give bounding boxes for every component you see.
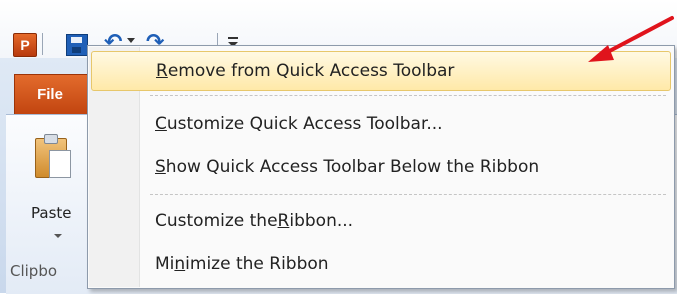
paste-icon[interactable]	[35, 132, 71, 178]
context-menu: Remove from Quick Access Toolbar Customi…	[87, 45, 675, 289]
menu-item-label: imize the Ribbon	[185, 254, 329, 274]
save-icon[interactable]	[66, 34, 88, 56]
menu-item-customize-quick-access-toolbar[interactable]: Customize Quick Access Toolbar...	[91, 104, 671, 144]
menu-item-show-quick-access-toolbar-below-ribbon[interactable]: Show Quick Access Toolbar Below the Ribb…	[91, 147, 671, 187]
menu-item-label: emove from Quick Access Toolbar	[167, 61, 455, 81]
powerpoint-logo-icon[interactable]: P	[13, 33, 37, 57]
menu-item-label: Customize the	[155, 211, 278, 231]
annotation-arrow-icon	[588, 16, 674, 62]
menu-item-access-key: C	[155, 114, 167, 134]
menu-item-access-key: R	[277, 211, 290, 231]
menu-item-minimize-the-ribbon[interactable]: Mi n imize the Ribbon	[91, 244, 671, 284]
paste-dropdown-icon[interactable]	[54, 234, 62, 238]
menu-item-label: how Quick Access Toolbar Below the Ribbo…	[165, 157, 540, 177]
menu-separator	[150, 194, 666, 195]
menu-item-access-key: R	[156, 61, 168, 81]
menu-item-access-key: S	[155, 157, 166, 177]
undo-dropdown-icon[interactable]	[127, 38, 135, 43]
menu-item-label: ibbon...	[289, 211, 354, 231]
menu-separator	[150, 95, 666, 96]
file-tab[interactable]: File	[14, 74, 92, 114]
menu-item-label: ustomize Quick Access Toolbar...	[166, 114, 443, 134]
menu-item-customize-the-ribbon[interactable]: Customize the Ribbon...	[91, 201, 671, 241]
menu-item-label: Mi	[155, 254, 175, 274]
clipboard-group-label: Clipbo	[10, 262, 58, 280]
menu-item-access-key: n	[174, 254, 186, 274]
toolbar-separator	[42, 33, 43, 55]
paste-button-label[interactable]: Paste	[31, 204, 72, 222]
